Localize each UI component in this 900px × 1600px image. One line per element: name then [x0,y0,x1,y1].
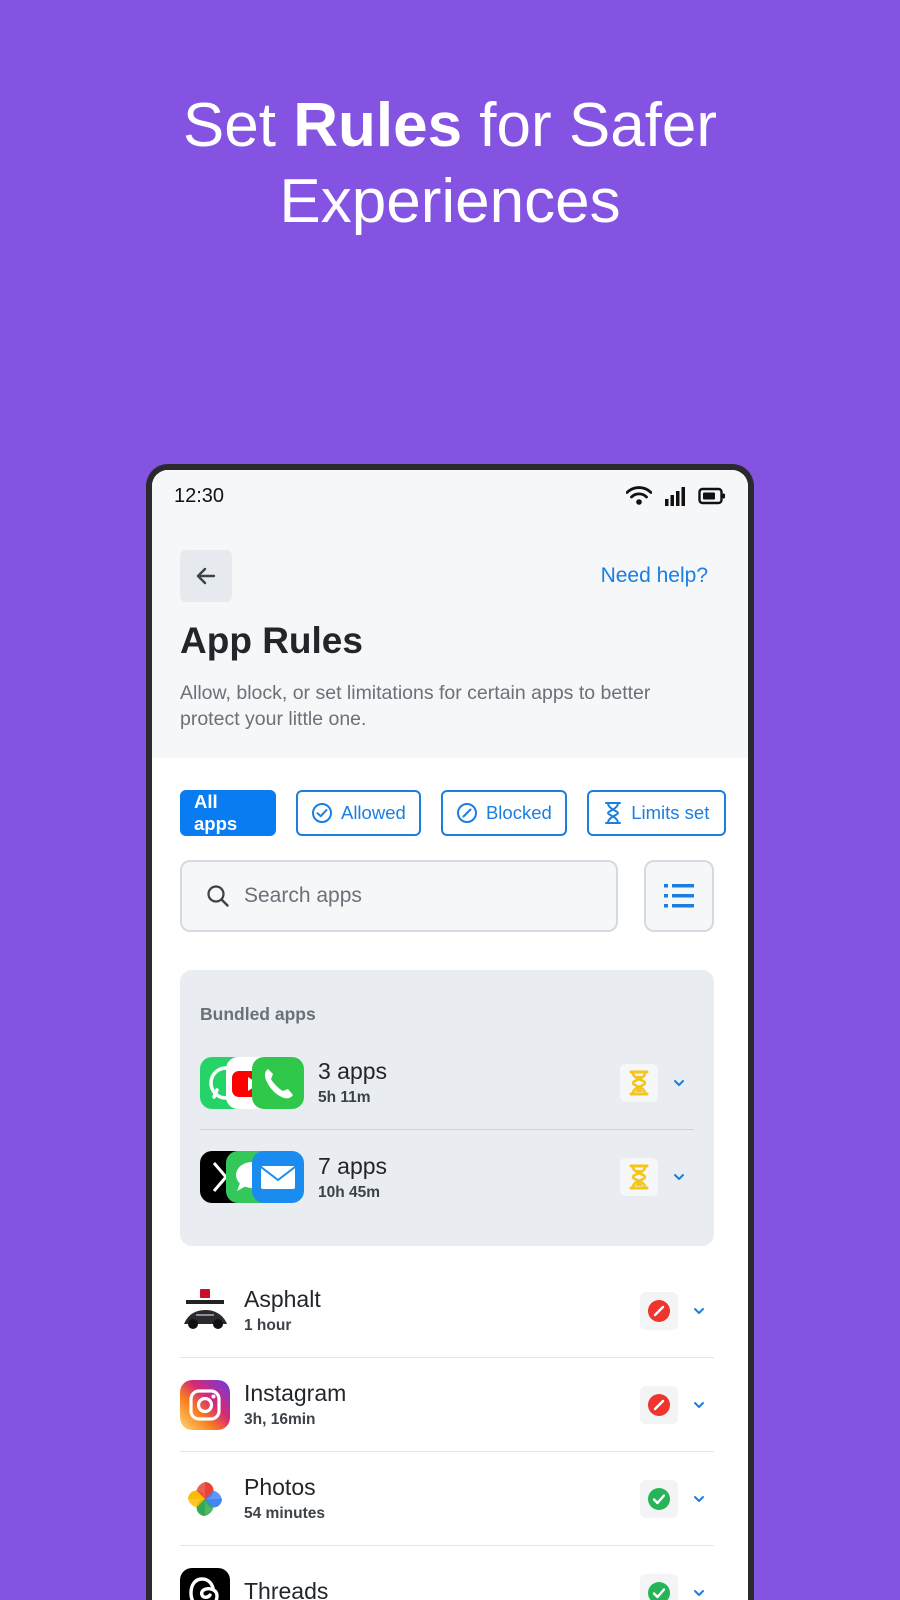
need-help-link[interactable]: Need help? [601,564,708,588]
arrow-left-icon [196,567,216,585]
limit-status-badge[interactable] [620,1158,658,1196]
app-name: Photos [244,1474,316,1500]
block-icon [456,803,477,823]
allowed-status-badge[interactable] [640,1574,678,1600]
battery-icon [698,487,725,505]
bundled-apps-title: Bundled apps [200,1004,316,1024]
app-list: Asphalt 1 hour Instagram 3h, 16min Photo… [180,1264,714,1600]
app-name: Threads [244,1577,329,1600]
list-view-button[interactable] [644,860,714,932]
headline: Set Rules for Safer Experiences [182,91,718,236]
bundle-name: 7 apps [318,1152,388,1179]
photos-icon [180,1473,230,1524]
app-icon-stack [200,1056,304,1109]
check-circle-icon [311,803,332,823]
filter-all-apps[interactable]: All apps [180,790,276,836]
app-name: Instagram [244,1380,347,1406]
app-row-photos[interactable]: Photos 54 minutes [180,1452,714,1546]
instagram-icon [180,1379,230,1430]
search-box[interactable] [180,860,618,932]
app-row-asphalt[interactable]: Asphalt 1 hour [180,1264,714,1358]
hourglass-icon [629,1070,649,1095]
threads-icon [180,1568,230,1600]
mail-icon [252,1151,304,1203]
asphalt-icon [180,1285,230,1336]
filter-chips: All apps Allowed Blocked Limits set [180,790,727,836]
phone-icon [252,1056,304,1109]
blocked-icon [648,1393,670,1416]
app-usage: 3h, 16min [244,1411,316,1428]
chevron-down-icon[interactable] [672,1172,686,1182]
app-name: Asphalt [244,1286,321,1312]
filter-allowed[interactable]: Allowed [295,790,422,836]
app-row-threads[interactable]: Threads [180,1546,714,1600]
app-usage: 1 hour [244,1317,292,1334]
filter-blocked[interactable]: Blocked [441,790,567,836]
list-icon [664,884,694,908]
chevron-down-icon[interactable] [672,1078,686,1088]
status-bar: 12:30 [174,484,726,508]
page-title: App Rules [180,620,363,661]
app-icon-stack [200,1151,304,1203]
back-button[interactable] [180,550,232,602]
bundle-time: 5h 11m [318,1089,371,1106]
page-description: Allow, block, or set limitations for cer… [180,682,651,730]
limit-status-badge[interactable] [620,1063,658,1102]
allowed-status-badge[interactable] [640,1479,678,1518]
search-input[interactable] [244,884,584,908]
blocked-status-badge[interactable] [640,1385,678,1424]
bundle-row[interactable]: 7 apps 10h 45m [200,1130,694,1224]
allowed-icon [648,1582,670,1600]
bundled-apps-card: Bundled apps 3 apps 5h 11m 7 apps 10h 45… [180,970,714,1246]
blocked-status-badge[interactable] [640,1291,678,1330]
status-time: 12:30 [174,484,225,507]
allowed-icon [648,1487,670,1510]
blocked-icon [648,1299,670,1322]
app-usage: 54 minutes [244,1505,325,1522]
phone-screen: 12:30 Need help? App Rules Allow, block,… [152,470,748,1600]
hourglass-icon [629,1164,649,1190]
chevron-down-icon[interactable] [692,1494,706,1504]
app-row-instagram[interactable]: Instagram 3h, 16min [180,1358,714,1452]
filter-limits-set[interactable]: Limits set [586,790,727,836]
chevron-down-icon[interactable] [692,1306,706,1316]
phone-frame: 12:30 Need help? App Rules Allow, block,… [146,464,754,1600]
signal-icon [665,487,685,506]
bundle-time: 10h 45m [318,1183,381,1201]
chevron-down-icon[interactable] [692,1400,706,1410]
wifi-icon [626,486,652,505]
bundle-name: 3 apps [318,1058,388,1084]
hourglass-icon [605,802,622,824]
bundle-row[interactable]: 3 apps 5h 11m [200,1036,694,1130]
search-icon [207,885,229,907]
chevron-down-icon[interactable] [692,1588,706,1598]
